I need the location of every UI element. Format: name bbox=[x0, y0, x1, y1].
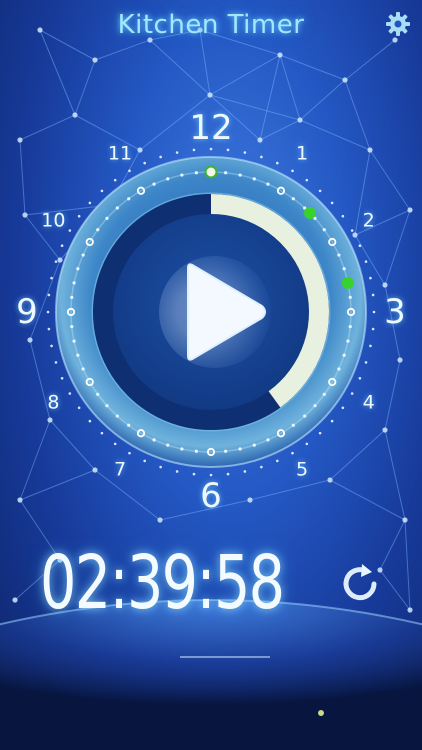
dial-number-9: 9 bbox=[16, 292, 38, 332]
dial-number-5: 5 bbox=[295, 458, 309, 481]
dial-number-3: 3 bbox=[384, 292, 406, 332]
dial-number-6: 6 bbox=[200, 476, 222, 516]
reset-button[interactable] bbox=[336, 560, 384, 608]
alarm-marker[interactable] bbox=[341, 276, 354, 289]
reset-icon bbox=[343, 564, 377, 601]
dial-number-8: 8 bbox=[47, 391, 60, 414]
alarm-marker[interactable] bbox=[303, 207, 316, 220]
dial-number-2: 2 bbox=[362, 209, 375, 232]
dial-number-1: 1 bbox=[295, 142, 309, 165]
dial-number-7: 7 bbox=[113, 458, 127, 481]
play-button[interactable] bbox=[159, 256, 271, 368]
dial-number-12: 12 bbox=[189, 108, 233, 148]
app-screen: Kitchen Timer 12 1 2 3 4 5 6 7 8 9 10 11… bbox=[0, 0, 422, 750]
timer-display: 02:39:58 bbox=[40, 540, 285, 626]
dial-start-marker bbox=[204, 165, 218, 179]
dial-number-10: 10 bbox=[41, 209, 66, 232]
dial-number-11: 11 bbox=[107, 142, 133, 165]
dial-number-4: 4 bbox=[362, 391, 375, 414]
